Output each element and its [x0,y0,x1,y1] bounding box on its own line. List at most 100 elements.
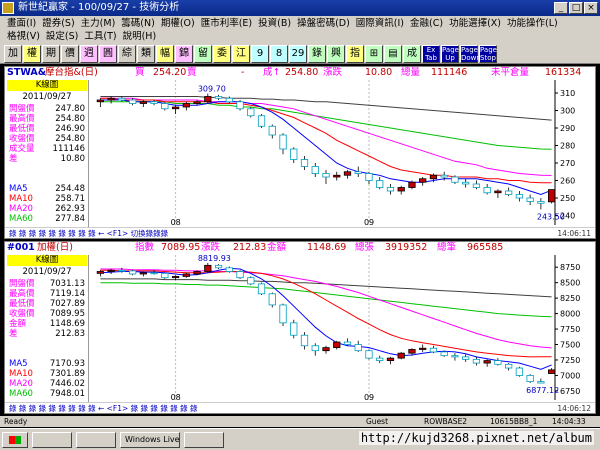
toolbar-button[interactable]: 江 [232,45,250,63]
ma-value: 258.71 [55,194,85,204]
taskbar-item[interactable] [184,432,224,448]
toolbar-button[interactable]: 類 [137,45,155,63]
toolbar-button[interactable]: 加 [4,45,22,63]
candle-body [150,101,158,104]
candle [118,96,126,102]
toolbar-button[interactable]: ▤ [384,45,402,63]
toolbar-button[interactable]: Page Up [441,45,459,63]
toolbar-button[interactable]: Page Down [460,45,481,63]
menu-item[interactable]: 設定(S) [43,30,81,43]
x-tick-label: 09 [364,218,374,225]
candle [290,319,298,339]
menu-item[interactable]: 期權(O) [158,17,198,30]
candle-body [429,347,438,353]
maximize-icon[interactable]: □ [569,2,583,14]
toolbar-button[interactable]: 錄 [308,45,326,63]
stat-row: 開盤價 7031.13 [7,279,87,289]
candle-body [300,159,309,167]
buy-value: 254.20 [153,67,187,78]
menu-item[interactable]: 國際資訊(I) [353,17,407,30]
candle [257,114,266,128]
toolbar-button[interactable]: Page Stop [479,45,497,63]
menu-item[interactable]: 金融(C) [407,17,446,30]
toolbar-button[interactable]: 價 [61,45,79,63]
candle-body [171,276,180,279]
candle [505,187,513,197]
ma-label: MA5 [9,359,28,369]
toolbar-button[interactable]: 權 [23,45,41,63]
ma-label: MA5 [9,184,28,194]
toolbar-button[interactable]: 29 [289,45,307,63]
toolbar-button[interactable]: 成 [403,45,421,63]
menu-item[interactable]: 匯市利率(E) [198,17,255,30]
menu-item[interactable]: 功能選擇(X) [446,17,504,30]
candle-body [236,101,244,110]
menu-item[interactable]: 主力(M) [78,17,119,30]
candle [354,340,362,352]
toolbar-button[interactable]: 留 [194,45,212,63]
toolbar-button[interactable]: 指 [346,45,364,63]
y-tick-label: 270 [560,159,575,168]
toolbar-button[interactable]: 委 [213,45,231,63]
toolbar-button[interactable]: 期 [42,45,60,63]
toolbar-button[interactable]: 圓 [99,45,117,63]
ma-value: 7446.02 [49,379,85,389]
toolbar-button[interactable]: 週 [80,45,98,63]
candle [214,94,223,100]
volume-label: 總量 [401,67,421,78]
candle [365,349,373,360]
minimize-icon[interactable]: _ [554,2,568,14]
menu-item[interactable]: 說明(H) [120,30,160,43]
taskbar-item[interactable] [32,432,72,448]
candle-body [225,267,233,272]
candle [472,356,481,366]
toolbar-button[interactable]: 9 [251,45,269,63]
candle-body [419,178,427,183]
toolbar-button[interactable]: 興 [327,45,345,63]
stat-value: 254.80 [55,114,85,124]
y-tick-label: 7250 [560,356,580,365]
stat-label: 差 [9,329,18,339]
menu-item[interactable]: 功能操作(L) [504,17,561,30]
candle-body [537,201,545,204]
index-value: 7089.95 [161,242,201,253]
toolbar-button[interactable]: 8 [270,45,288,63]
toolbar-button[interactable]: 綜 [118,45,136,63]
taskbar-item[interactable]: Windows Live [120,432,180,448]
y-tick-label: 8500 [560,279,580,288]
menu-item[interactable]: 籌碼(N) [118,17,158,30]
candle [300,156,309,170]
y-tick-label: 8000 [560,310,580,319]
candle [247,107,255,118]
ma-label: MA10 [9,194,33,204]
candle-body [365,350,373,359]
ma-label: MA20 [9,379,33,389]
chart-type-tag[interactable]: K線圖 [7,255,87,266]
menu-item[interactable]: 投資(B) [255,17,294,30]
y-tick-label: 250 [560,194,575,203]
toolbar-button[interactable]: 幅 [156,45,174,63]
toolbar-button[interactable]: Ex Tab [422,45,440,63]
ma-row: MA60 277.84 [7,214,87,224]
ma-row: MA10 7301.89 [7,369,87,379]
last-value: 254.80 [285,67,319,78]
start-button[interactable] [2,432,28,448]
candle [494,358,502,366]
menu-item[interactable]: 證券(S) [39,17,77,30]
toolbar-button[interactable]: ⊞ [365,45,383,63]
menu-item[interactable]: 工具(T) [81,30,119,43]
x-tick-label: 08 [171,218,181,225]
candlestick-chart[interactable]: 6750 7000 7250 7500 7750 8000 8250 8500 8750 08 09… [91,255,595,400]
candle-body [548,189,556,203]
title-bar[interactable]: 新世紀贏家 - 100/09/27 - 技術分析 _ □ × [0,0,600,16]
close-icon[interactable]: × [584,2,598,14]
menu-item[interactable]: 操盤密碼(D) [294,17,353,30]
toolbar-button[interactable]: 錦 [175,45,193,63]
menu-item[interactable]: 畫面(I) [4,17,39,30]
chart-type-tag[interactable]: K線圖 [7,80,87,91]
menu-item[interactable]: 格視(V) [4,30,43,43]
candlestick-chart[interactable]: 24025026027028029030031008 09309.70243.50 [91,80,595,225]
taskbar-item[interactable] [76,432,116,448]
candle-body [204,96,212,103]
panel-header: STWA& 摩台指&(日) 買 254.20 賣 - 成↑ 254.80 漲跌 … [5,67,595,79]
